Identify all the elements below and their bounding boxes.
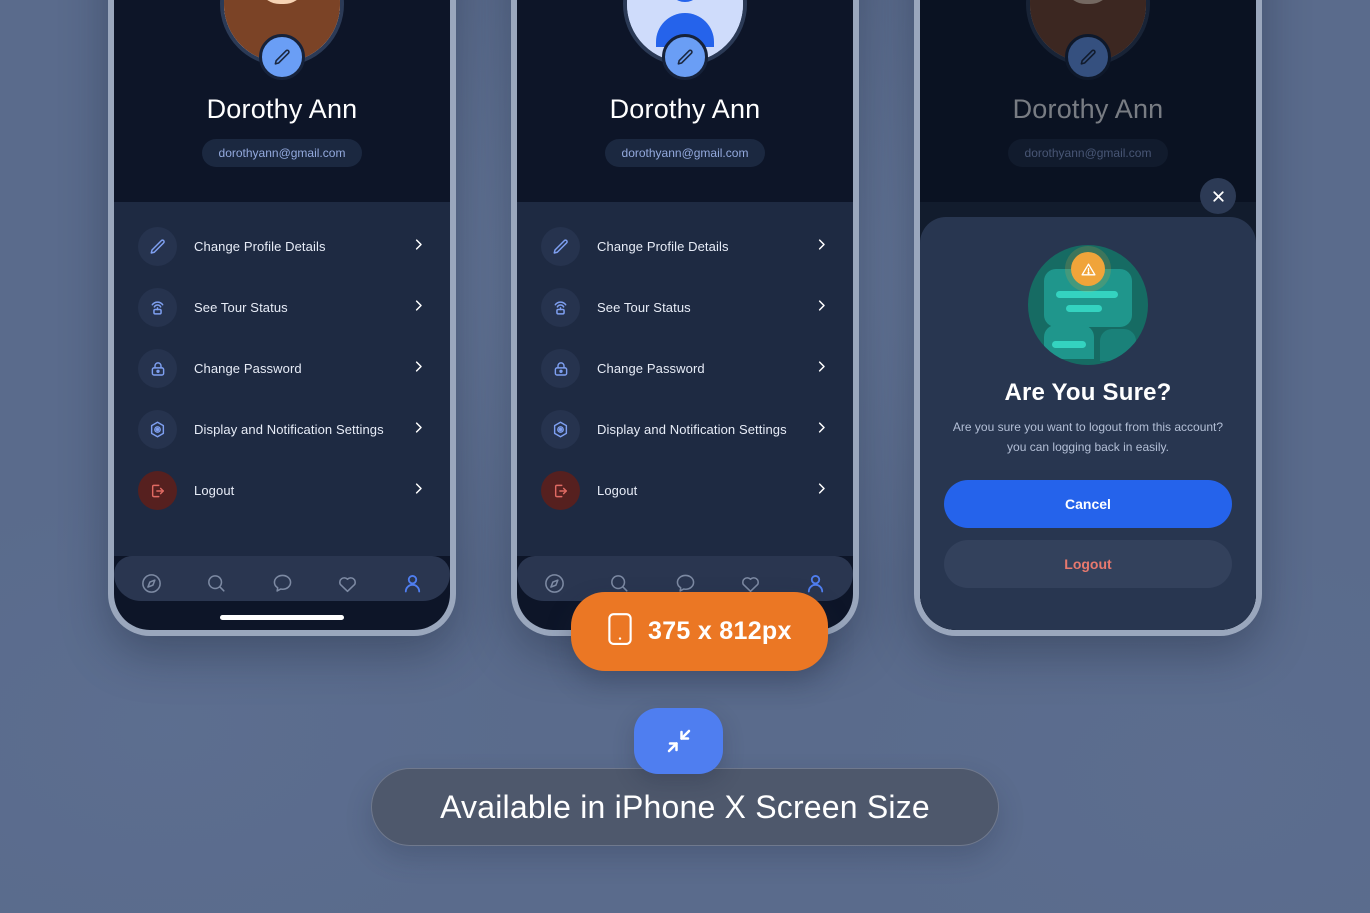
logout-confirm-dialog: Are You Sure? Are you sure you want to l… — [920, 217, 1256, 630]
nav-heart-icon[interactable] — [336, 572, 359, 595]
illustration-tail-2 — [1100, 329, 1136, 362]
menu-item-display-and-notification-settings[interactable]: Display and Notification Settings — [517, 399, 853, 460]
availability-caption: Available in iPhone X Screen Size — [371, 768, 999, 846]
avatar-edit-button[interactable] — [259, 34, 305, 80]
menu-item-label: Display and Notification Settings — [194, 422, 384, 437]
cancel-button[interactable]: Cancel — [944, 480, 1232, 528]
compress-arrows-icon — [667, 729, 690, 753]
menu-item-label: Change Profile Details — [194, 239, 326, 254]
availability-caption-text: Available in iPhone X Screen Size — [440, 788, 930, 825]
chevron-right-icon — [814, 298, 829, 318]
profile-email-pill: dorothyann@gmail.com — [201, 139, 363, 167]
nav-chat-bubble-icon[interactable] — [271, 572, 294, 595]
phone-device-icon — [607, 612, 633, 651]
hex-gear-icon — [541, 410, 580, 449]
menu-item-change-profile-details[interactable]: Change Profile Details — [114, 216, 450, 277]
avatar[interactable] — [220, 0, 344, 80]
menu-item-label: See Tour Status — [597, 300, 691, 315]
dialog-close-button[interactable] — [1200, 178, 1236, 214]
profile-header-1: Dorothy Ann dorothyann@gmail.com — [114, 0, 450, 202]
phone-mockup-2: Dorothy Ann dorothyann@gmail.com Change … — [511, 0, 859, 636]
settings-menu-1: Change Profile Details See Tour Status C… — [114, 202, 450, 556]
pencil-icon — [541, 227, 580, 266]
phone-screen-3: Dorothy Ann dorothyann@gmail.com Change … — [920, 0, 1256, 630]
nav-compass-icon[interactable] — [543, 572, 566, 595]
chevron-right-icon — [411, 420, 426, 440]
lock-icon — [138, 349, 177, 388]
dialog-title: Are You Sure? — [1004, 379, 1172, 407]
home-indicator — [220, 615, 344, 620]
menu-item-label: Display and Notification Settings — [597, 422, 787, 437]
pencil-icon — [677, 49, 693, 65]
phone-screen-2: Dorothy Ann dorothyann@gmail.com Change … — [517, 0, 853, 630]
chevron-right-icon — [411, 359, 426, 379]
close-x-icon — [1212, 190, 1224, 202]
phone-mockup-3: Dorothy Ann dorothyann@gmail.com Change … — [914, 0, 1262, 636]
chevron-right-icon — [411, 298, 426, 318]
warning-message-illustration — [1028, 245, 1148, 366]
chevron-right-icon — [814, 420, 829, 440]
menu-item-see-tour-status[interactable]: See Tour Status — [517, 277, 853, 338]
profile-name: Dorothy Ann — [206, 94, 358, 124]
broadcast-tour-icon — [138, 288, 177, 327]
chevron-right-icon — [814, 237, 829, 257]
screen-size-text: 375 x 812px — [648, 617, 792, 645]
menu-item-label: Change Password — [597, 361, 705, 376]
bottom-navigation-1 — [114, 556, 450, 601]
chevron-right-icon — [411, 481, 426, 501]
compress-arrows-icon-button — [634, 708, 723, 774]
menu-item-change-password[interactable]: Change Password — [517, 338, 853, 399]
menu-item-change-profile-details[interactable]: Change Profile Details — [517, 216, 853, 277]
phone-screen-1: Dorothy Ann dorothyann@gmail.com Change … — [114, 0, 450, 630]
menu-item-label: See Tour Status — [194, 300, 288, 315]
avatar[interactable] — [623, 0, 747, 80]
menu-item-label: Change Profile Details — [597, 239, 729, 254]
menu-item-label: Logout — [597, 483, 638, 498]
menu-item-change-password[interactable]: Change Password — [114, 338, 450, 399]
menu-item-display-and-notification-settings[interactable]: Display and Notification Settings — [114, 399, 450, 460]
phone-mockup-1: Dorothy Ann dorothyann@gmail.com Change … — [108, 0, 456, 636]
profile-name: Dorothy Ann — [609, 94, 761, 124]
illustration-line-1 — [1056, 291, 1118, 299]
nav-profile-person-icon[interactable] — [804, 572, 827, 595]
nav-profile-person-icon[interactable] — [401, 572, 424, 595]
settings-menu-2: Change Profile Details See Tour Status C… — [517, 202, 853, 556]
menu-item-label: Change Password — [194, 361, 302, 376]
chevron-right-icon — [814, 359, 829, 379]
avatar-edit-button[interactable] — [662, 34, 708, 80]
logout-door-icon — [138, 471, 177, 510]
pencil-icon — [138, 227, 177, 266]
profile-email-pill: dorothyann@gmail.com — [604, 139, 766, 167]
illustration-line-3 — [1052, 341, 1086, 349]
hex-gear-icon — [138, 410, 177, 449]
illustration-line-2 — [1066, 305, 1102, 313]
menu-item-logout[interactable]: Logout — [114, 460, 450, 521]
lock-icon — [541, 349, 580, 388]
logout-door-icon — [541, 471, 580, 510]
menu-item-logout[interactable]: Logout — [517, 460, 853, 521]
dialog-body-text: Are you sure you want to logout from thi… — [952, 420, 1224, 455]
logout-button[interactable]: Logout — [944, 540, 1232, 588]
menu-item-see-tour-status[interactable]: See Tour Status — [114, 277, 450, 338]
chevron-right-icon — [814, 481, 829, 501]
menu-item-label: Logout — [194, 483, 235, 498]
profile-header-2: Dorothy Ann dorothyann@gmail.com — [517, 0, 853, 202]
nav-compass-icon[interactable] — [140, 572, 163, 595]
pencil-icon — [274, 49, 290, 65]
nav-search-icon[interactable] — [205, 572, 228, 595]
broadcast-tour-icon — [541, 288, 580, 327]
warning-triangle-icon — [1071, 252, 1105, 287]
screen-size-badge: 375 x 812px — [571, 592, 828, 671]
chevron-right-icon — [411, 237, 426, 257]
